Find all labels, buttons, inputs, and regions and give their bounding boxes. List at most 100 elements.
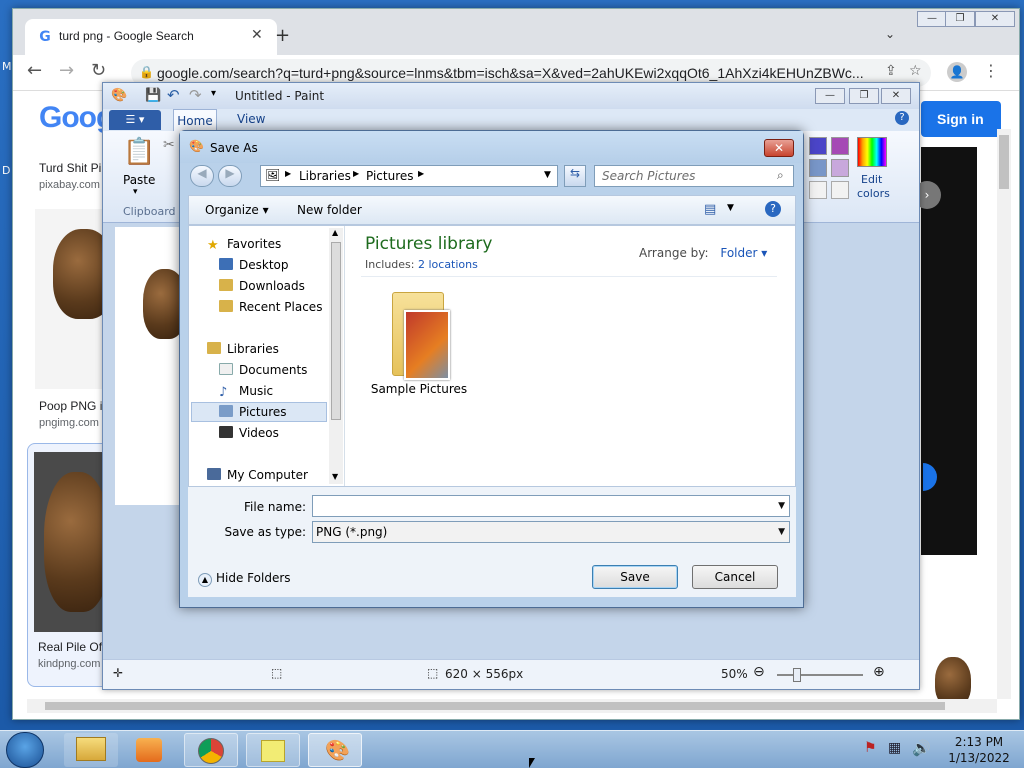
reload-icon[interactable]: ↻	[91, 61, 106, 81]
share-icon[interactable]: ⇪	[885, 61, 897, 81]
nav-favorites[interactable]: ★ Favorites	[207, 234, 281, 255]
result-title[interactable]: Turd Shit Pi	[39, 161, 101, 175]
menu-kebab-icon[interactable]: ⋮	[983, 61, 999, 81]
edit-colors-label[interactable]: colors	[857, 187, 890, 200]
bookmark-star-icon[interactable]: ☆	[909, 61, 922, 81]
scrollbar-thumb[interactable]	[999, 135, 1009, 189]
scroll-up-icon[interactable]: ▲	[332, 228, 338, 237]
preview-thumbnail[interactable]	[921, 601, 977, 711]
nav-downloads[interactable]: Downloads	[219, 276, 305, 297]
color-swatch[interactable]	[831, 181, 849, 199]
nav-scrollbar[interactable]: ▲ ▼	[329, 228, 343, 484]
paste-dropdown-icon[interactable]: ▾	[133, 187, 138, 197]
system-clock[interactable]: 2:13 PM 1/13/2022	[940, 734, 1018, 766]
cut-icon[interactable]: ✂	[163, 137, 175, 153]
color-swatch[interactable]	[809, 181, 827, 199]
help-icon[interactable]: ?	[895, 111, 909, 125]
sign-in-button[interactable]: Sign in	[921, 101, 1001, 137]
drawing-canvas[interactable]	[115, 227, 187, 505]
search-input[interactable]: Search Pictures ⌕	[594, 165, 794, 187]
zoom-out-icon[interactable]: ⊖	[753, 664, 765, 680]
chevron-down-icon[interactable]: ▼	[778, 496, 785, 516]
chevron-down-icon[interactable]: ▼	[778, 522, 785, 542]
nav-documents[interactable]: Documents	[219, 360, 307, 381]
nav-pictures[interactable]: Pictures	[219, 402, 287, 423]
save-quick-icon[interactable]: 💾	[145, 88, 161, 103]
paste-label[interactable]: Paste	[123, 173, 155, 187]
color-swatch[interactable]	[809, 159, 827, 177]
page-scrollbar[interactable]	[997, 129, 1011, 699]
folder-item[interactable]: Sample Pictures	[363, 288, 475, 396]
cancel-button[interactable]: Cancel	[692, 565, 778, 589]
dialog-close-button[interactable]: ✕	[764, 139, 794, 157]
breadcrumb-libraries[interactable]: Libraries	[299, 169, 351, 183]
taskbar-media-player[interactable]	[122, 733, 176, 767]
refresh-icon[interactable]: ⇆	[564, 165, 586, 187]
undo-icon[interactable]: ↶	[167, 86, 180, 104]
new-folder-button[interactable]: New folder	[297, 203, 362, 217]
forward-icon[interactable]: →	[59, 61, 74, 81]
maximize-button[interactable]: ❐	[849, 88, 879, 104]
help-icon[interactable]: ?	[765, 201, 781, 217]
close-button[interactable]: ✕	[881, 88, 911, 104]
taskbar-chrome[interactable]	[184, 733, 238, 767]
save-type-select[interactable]: PNG (*.png) ▼	[312, 521, 790, 543]
scrollbar-thumb[interactable]	[331, 242, 341, 420]
profile-avatar-icon[interactable]: 👤	[947, 62, 967, 82]
horizontal-scrollbar[interactable]	[27, 699, 997, 713]
back-icon[interactable]: ◀	[190, 165, 214, 187]
maximize-button[interactable]: ❐	[945, 11, 975, 27]
volume-icon[interactable]: 🔊	[912, 739, 931, 757]
back-icon[interactable]: ←	[27, 61, 42, 81]
breadcrumb-pictures[interactable]: Pictures	[366, 169, 414, 183]
nav-recent-places[interactable]: Recent Places	[219, 297, 322, 318]
organize-button[interactable]: Organize ▾	[205, 203, 269, 217]
taskbar-sticky-notes[interactable]	[246, 733, 300, 767]
address-breadcrumb[interactable]: 🖼 ▶ Libraries ▶ Pictures ▶ ▼	[260, 165, 558, 187]
paint-menu-button[interactable]: ☰ ▾	[109, 110, 161, 130]
edit-colors-label[interactable]: Edit	[861, 173, 882, 186]
nav-libraries[interactable]: Libraries	[207, 339, 279, 360]
save-button[interactable]: Save	[592, 565, 678, 589]
redo-icon[interactable]: ↷	[189, 86, 202, 104]
tab-search-chevron-icon[interactable]: ⌄	[885, 27, 895, 41]
tab-view[interactable]: View	[237, 112, 265, 126]
nav-desktop[interactable]: Desktop	[219, 255, 289, 276]
address-dropdown-icon[interactable]: ▼	[544, 170, 551, 180]
start-button[interactable]	[6, 732, 44, 768]
forward-icon[interactable]: ▶	[218, 165, 242, 187]
view-dropdown-icon[interactable]: ▼	[727, 203, 734, 213]
zoom-slider[interactable]	[777, 674, 863, 676]
nav-music[interactable]: ♪ Music	[219, 381, 273, 402]
minimize-button[interactable]: —	[917, 11, 947, 27]
color-swatch[interactable]	[831, 159, 849, 177]
paste-icon[interactable]: 📋	[123, 137, 155, 167]
new-tab-button[interactable]: +	[275, 25, 290, 46]
taskbar-explorer[interactable]	[64, 733, 118, 767]
customize-qat-icon[interactable]: ▾	[211, 88, 216, 99]
nav-my-computer[interactable]: My Computer	[207, 465, 308, 486]
close-button[interactable]: ✕	[975, 11, 1015, 27]
zoom-in-icon[interactable]: ⊕	[873, 664, 885, 680]
view-options-icon[interactable]: ▤	[704, 202, 716, 217]
arrange-by-dropdown[interactable]: Folder ▾	[720, 246, 767, 260]
nav-videos[interactable]: Videos	[219, 423, 279, 444]
locations-link[interactable]: 2 locations	[418, 258, 478, 271]
hide-folders-toggle[interactable]: ▲ Hide Folders	[198, 571, 291, 587]
browser-tab[interactable]: G turd png - Google Search ✕	[25, 19, 277, 55]
minimize-button[interactable]: —	[815, 88, 845, 104]
edit-colors-icon[interactable]	[857, 137, 887, 167]
result-title[interactable]: Poop PNG i	[39, 399, 102, 413]
network-icon[interactable]: ▦	[888, 740, 901, 756]
scrollbar-thumb[interactable]	[45, 702, 945, 710]
result-title[interactable]: Real Pile Of	[38, 640, 102, 654]
scroll-down-icon[interactable]: ▼	[332, 472, 338, 481]
search-icon[interactable]: ⌕	[777, 168, 784, 183]
zoom-slider-thumb[interactable]	[793, 668, 801, 682]
taskbar-paint[interactable]: 🎨	[308, 733, 362, 767]
tab-close-icon[interactable]: ✕	[251, 27, 263, 43]
color-swatch[interactable]	[809, 137, 827, 155]
tab-home[interactable]: Home	[173, 109, 217, 131]
action-center-icon[interactable]: ⚑	[864, 740, 877, 756]
file-name-input[interactable]: ▼	[312, 495, 790, 517]
